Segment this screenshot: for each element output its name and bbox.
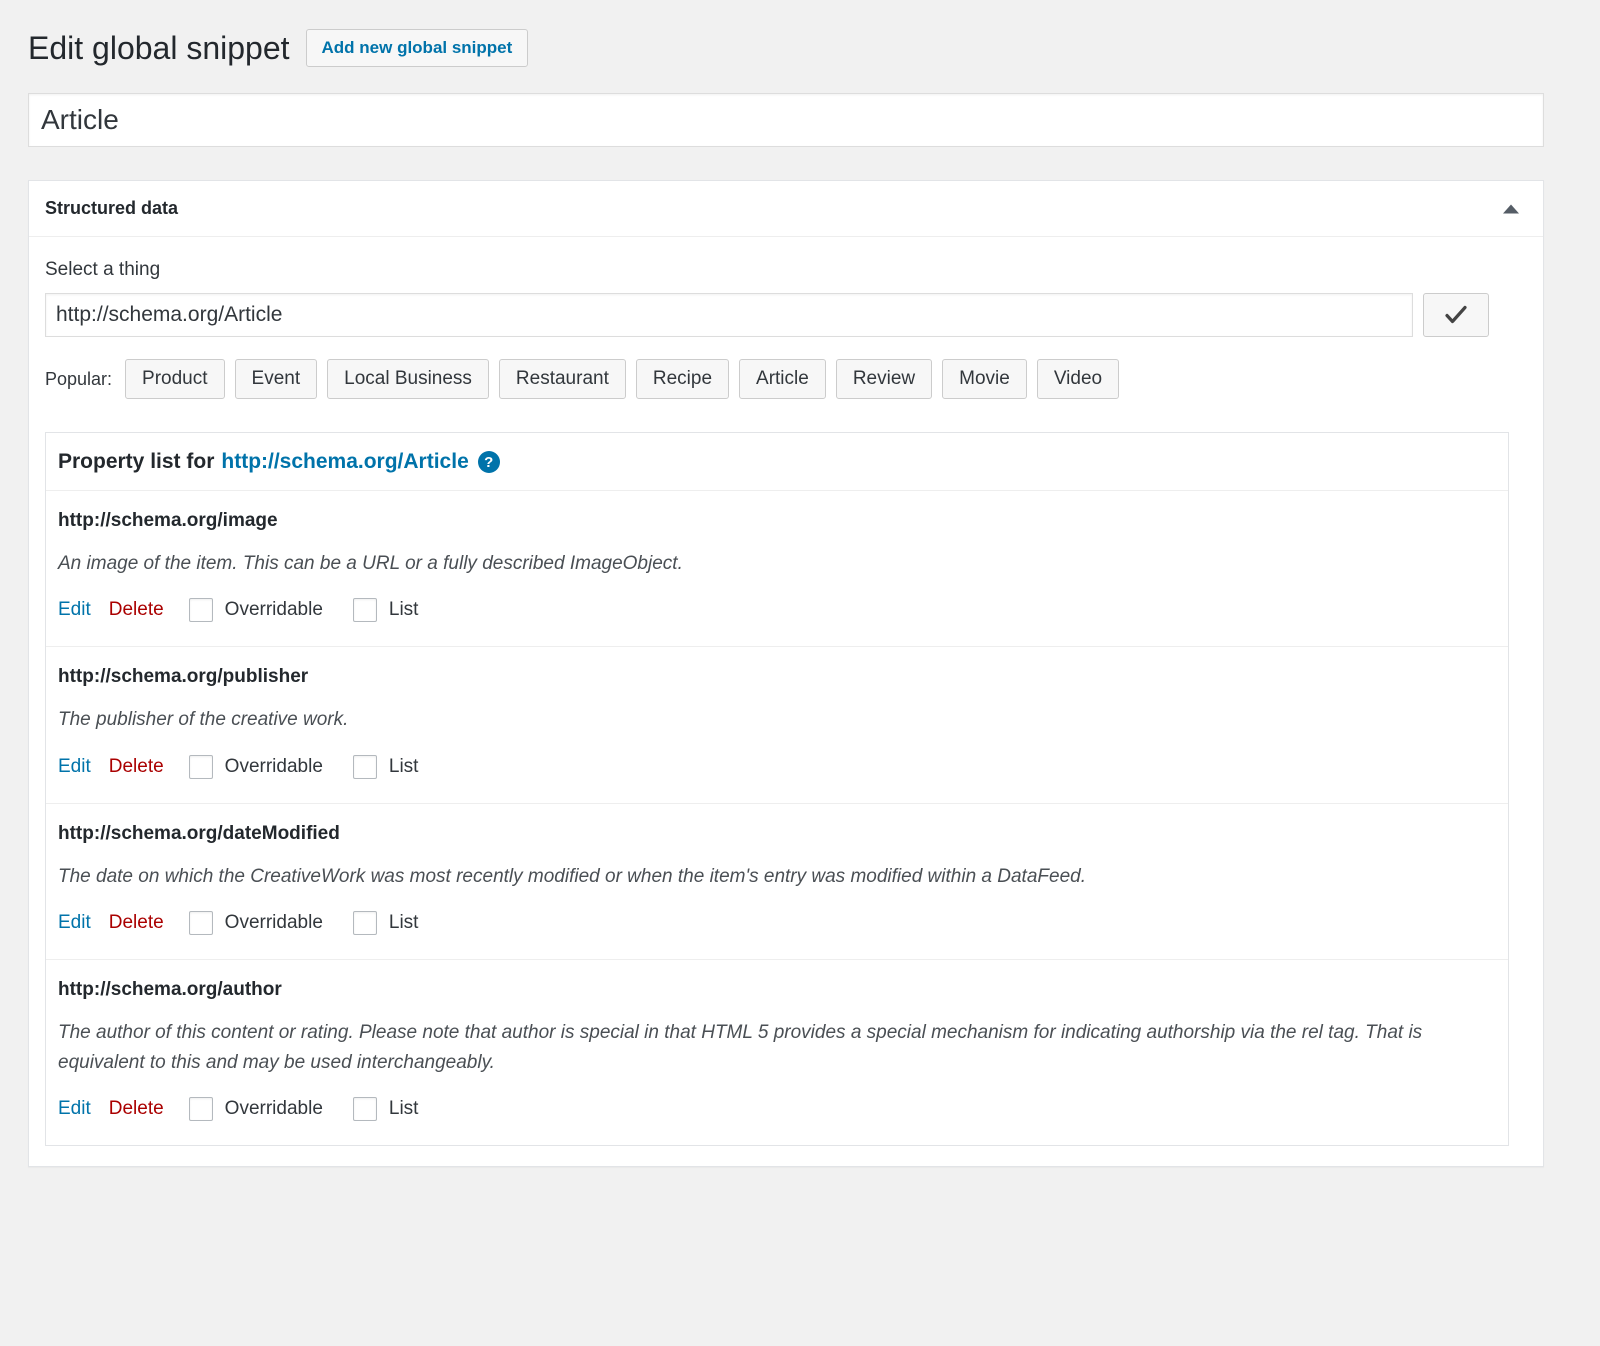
popular-chip-review[interactable]: Review: [835, 359, 933, 399]
admin-page: Edit global snippet Add new global snipp…: [0, 0, 1600, 1168]
property-description: The publisher of the creative work.: [58, 709, 349, 731]
property-list-thing-link[interactable]: http://schema.org/Article: [221, 450, 468, 474]
delete-link[interactable]: Delete: [109, 599, 164, 621]
page-header: Edit global snippet Add new global snipp…: [28, 22, 1572, 74]
snippet-title-input[interactable]: [28, 93, 1544, 147]
popular-chip-event[interactable]: Event: [234, 359, 318, 399]
property-row-datemodified: http://schema.org/dateModified The date …: [46, 804, 1508, 961]
select-a-thing-row: [45, 293, 1527, 337]
edit-link[interactable]: Edit: [58, 1098, 91, 1120]
property-name: http://schema.org/dateModified: [58, 822, 340, 844]
property-list-heading-prefix: Property list for: [58, 450, 215, 473]
property-name: http://schema.org/author: [58, 979, 282, 1001]
property-list-box: Property list for http://schema.org/Arti…: [45, 432, 1509, 1147]
popular-label: Popular:: [45, 368, 113, 389]
list-checkbox[interactable]: [352, 1097, 377, 1122]
popular-chip-article[interactable]: Article: [739, 359, 826, 399]
structured-data-metabox: Structured data Select a thing Popular: …: [28, 180, 1544, 1168]
page-title: Edit global snippet: [28, 29, 290, 66]
property-description: The date on which the CreativeWork was m…: [58, 865, 1086, 887]
edit-link[interactable]: Edit: [58, 599, 91, 621]
property-list-header: Property list for http://schema.org/Arti…: [46, 433, 1508, 491]
popular-chip-product[interactable]: Product: [125, 359, 225, 399]
list-label[interactable]: List: [389, 599, 419, 621]
popular-chip-movie[interactable]: Movie: [942, 359, 1027, 399]
popular-chip-video[interactable]: Video: [1036, 359, 1120, 399]
list-label[interactable]: List: [389, 912, 419, 934]
overridable-label[interactable]: Overridable: [225, 599, 323, 621]
metabox-body: Select a thing Popular: Product Event Lo…: [29, 237, 1543, 1166]
metabox-title: Structured data: [45, 198, 179, 218]
list-label[interactable]: List: [389, 1098, 419, 1120]
popular-chip-restaurant[interactable]: Restaurant: [498, 359, 626, 399]
list-label[interactable]: List: [389, 756, 419, 778]
overridable-label[interactable]: Overridable: [225, 756, 323, 778]
overridable-label[interactable]: Overridable: [225, 1098, 323, 1120]
select-a-thing-label: Select a thing: [45, 259, 161, 280]
edit-link[interactable]: Edit: [58, 912, 91, 934]
property-actions: Edit Delete Overridable List: [58, 598, 1496, 623]
delete-link[interactable]: Delete: [109, 756, 164, 778]
property-actions: Edit Delete Overridable List: [58, 1097, 1496, 1122]
confirm-thing-button[interactable]: [1423, 293, 1489, 337]
property-actions: Edit Delete Overridable List: [58, 754, 1496, 779]
popular-chip-recipe[interactable]: Recipe: [635, 359, 730, 399]
list-checkbox[interactable]: [352, 598, 377, 623]
delete-link[interactable]: Delete: [109, 1098, 164, 1120]
property-row-publisher: http://schema.org/publisher The publishe…: [46, 647, 1508, 804]
add-new-global-snippet-button[interactable]: Add new global snippet: [305, 29, 529, 67]
property-row-author: http://schema.org/author The author of t…: [46, 960, 1508, 1145]
list-checkbox[interactable]: [352, 911, 377, 936]
popular-chip-local-business[interactable]: Local Business: [327, 359, 489, 399]
property-row-image: http://schema.org/image An image of the …: [46, 491, 1508, 648]
checkmark-icon: [1443, 302, 1469, 328]
overridable-checkbox[interactable]: [188, 911, 213, 936]
property-actions: Edit Delete Overridable List: [58, 911, 1496, 936]
delete-link[interactable]: Delete: [109, 912, 164, 934]
popular-things-row: Popular: Product Event Local Business Re…: [45, 359, 1527, 399]
overridable-label[interactable]: Overridable: [225, 912, 323, 934]
triangle-up-icon[interactable]: [1503, 204, 1519, 213]
overridable-checkbox[interactable]: [188, 598, 213, 623]
property-name: http://schema.org/image: [58, 510, 278, 531]
property-name: http://schema.org/publisher: [58, 666, 309, 688]
edit-link[interactable]: Edit: [58, 756, 91, 778]
metabox-header: Structured data: [29, 181, 1543, 237]
overridable-checkbox[interactable]: [188, 1097, 213, 1122]
select-a-thing-input[interactable]: [45, 293, 1413, 337]
overridable-checkbox[interactable]: [188, 754, 213, 779]
help-icon[interactable]: ?: [477, 451, 500, 473]
property-description: An image of the item. This can be a URL …: [58, 553, 683, 574]
property-description: The author of this content or rating. Pl…: [58, 1022, 1423, 1073]
list-checkbox[interactable]: [352, 754, 377, 779]
